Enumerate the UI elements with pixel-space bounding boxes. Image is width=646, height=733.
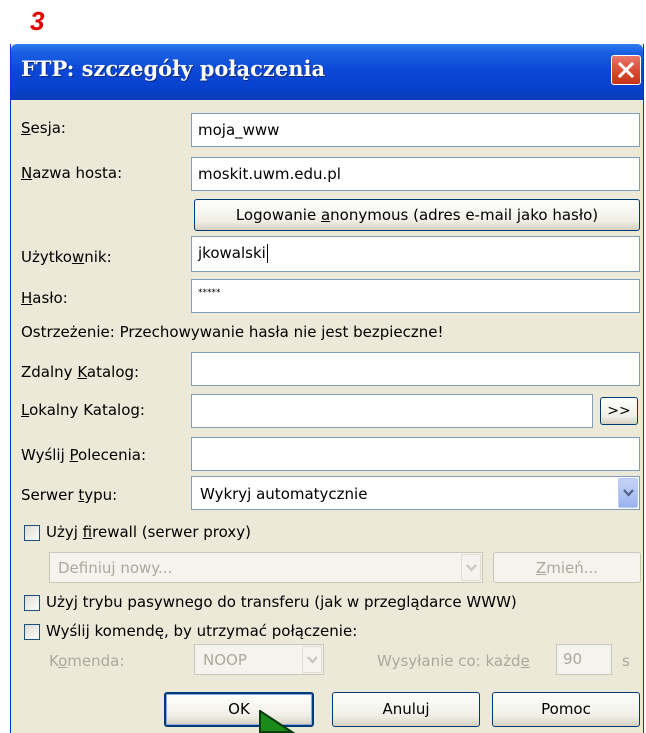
chevron-down-icon: [307, 655, 318, 664]
passive-mode-checkbox[interactable]: [24, 595, 40, 611]
change-proxy-button[interactable]: Zmień...: [493, 552, 641, 583]
user-input[interactable]: jkowalski: [191, 236, 640, 272]
password-label: Hasło:: [21, 289, 68, 307]
close-button[interactable]: [611, 55, 641, 85]
proxy-select-value: Definiuj nowy...: [58, 559, 173, 577]
host-input[interactable]: moskit.uwm.edu.pl: [191, 157, 640, 191]
command-label: Komenda:: [49, 652, 125, 670]
step-number: 3: [30, 6, 45, 36]
firewall-label: Użyj firewall (serwer proxy): [46, 523, 251, 541]
mouse-pointer-icon: [259, 710, 296, 733]
user-label: Użytkownik:: [21, 248, 112, 266]
title-bar[interactable]: FTP: szczegóły połączenia: [11, 44, 643, 100]
proxy-dropdown-button[interactable]: [461, 554, 481, 581]
session-input[interactable]: moja_www: [191, 113, 640, 147]
anonymous-login-button[interactable]: Logowanie anonymous (adres e-mail jako h…: [194, 199, 640, 231]
proxy-select[interactable]: Definiuj nowy...: [49, 552, 483, 583]
keepalive-checkbox[interactable]: [24, 624, 40, 640]
local-dir-label: Lokalny Katalog:: [21, 401, 145, 419]
remote-dir-label: Zdalny Katalog:: [21, 363, 140, 381]
browse-button[interactable]: >>: [600, 397, 638, 425]
keepalive-command-value: NOOP: [203, 651, 247, 669]
keepalive-dropdown-button[interactable]: [302, 646, 322, 673]
password-warning: Ostrzeżenie: Przechowywanie hasła nie je…: [21, 323, 444, 341]
passive-mode-label: Użyj trybu pasywnego do transferu (jak w…: [46, 593, 517, 611]
help-button[interactable]: Pomoc: [492, 692, 640, 727]
commands-label: Wyślij Polecenia:: [21, 446, 147, 464]
session-label: Sesja:: [21, 119, 66, 137]
firewall-checkbox[interactable]: [24, 525, 40, 541]
window-title: FTP: szczegóły połączenia: [21, 56, 326, 81]
text-caret: [266, 244, 268, 263]
host-label: Nazwa hosta:: [21, 164, 123, 182]
interval-label: Wysyłanie co: każde: [377, 652, 530, 670]
chevron-down-icon: [466, 563, 477, 572]
password-input[interactable]: *****: [191, 279, 640, 313]
ftp-details-dialog: FTP: szczegóły połączenia Sesja: moja_ww…: [10, 44, 644, 733]
keepalive-command-select[interactable]: NOOP: [194, 644, 324, 675]
commands-input[interactable]: [191, 437, 640, 471]
keepalive-label: Wyślij komendę, by utrzymać połączenie:: [46, 622, 358, 640]
interval-unit: s: [622, 652, 630, 670]
local-dir-input[interactable]: [191, 394, 593, 428]
close-icon: [617, 61, 635, 79]
server-type-dropdown-button[interactable]: [618, 478, 638, 508]
server-type-label: Serwer typu:: [21, 486, 118, 504]
remote-dir-input[interactable]: [191, 352, 640, 386]
chevron-down-icon: [623, 489, 634, 497]
server-type-value: Wykryj automatycznie: [200, 485, 368, 503]
server-type-select[interactable]: Wykryj automatycznie: [191, 476, 640, 510]
cancel-button[interactable]: Anuluj: [332, 692, 480, 727]
interval-input[interactable]: 90: [556, 644, 612, 675]
